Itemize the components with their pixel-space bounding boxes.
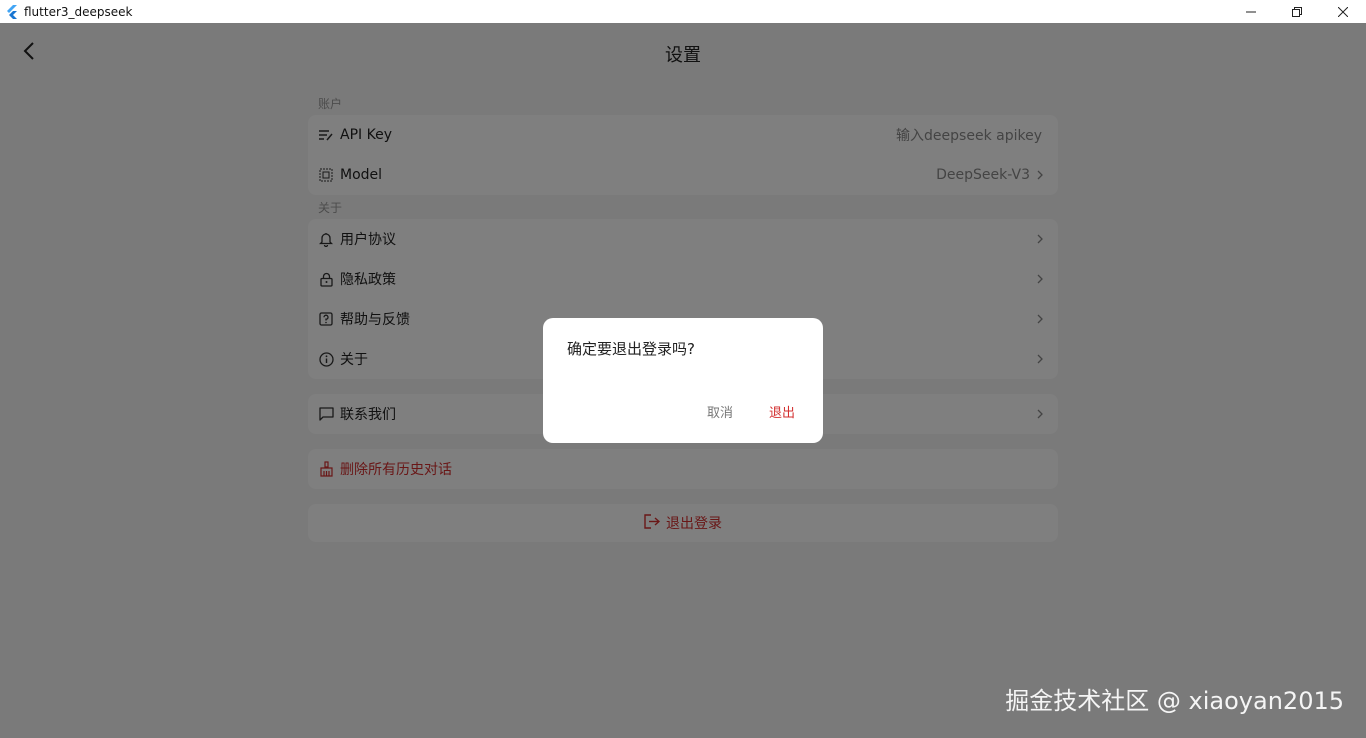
window-titlebar: flutter3_deepseek: [0, 0, 1366, 23]
dialog-confirm-button[interactable]: 退出: [769, 402, 795, 421]
restore-icon: [1292, 6, 1302, 17]
close-icon: [1338, 6, 1348, 17]
minimize-button[interactable]: [1228, 0, 1274, 23]
close-button[interactable]: [1320, 0, 1366, 23]
flutter-logo-icon: [7, 4, 17, 19]
minimize-icon: [1246, 11, 1256, 12]
logout-confirm-dialog: 确定要退出登录吗? 取消 退出: [543, 318, 823, 443]
dialog-cancel-button[interactable]: 取消: [707, 402, 733, 421]
dialog-message: 确定要退出登录吗?: [567, 340, 695, 358]
window-title: flutter3_deepseek: [24, 4, 133, 19]
restore-button[interactable]: [1274, 0, 1320, 23]
watermark: 掘金技术社区 @ xiaoyan2015: [1005, 687, 1344, 715]
